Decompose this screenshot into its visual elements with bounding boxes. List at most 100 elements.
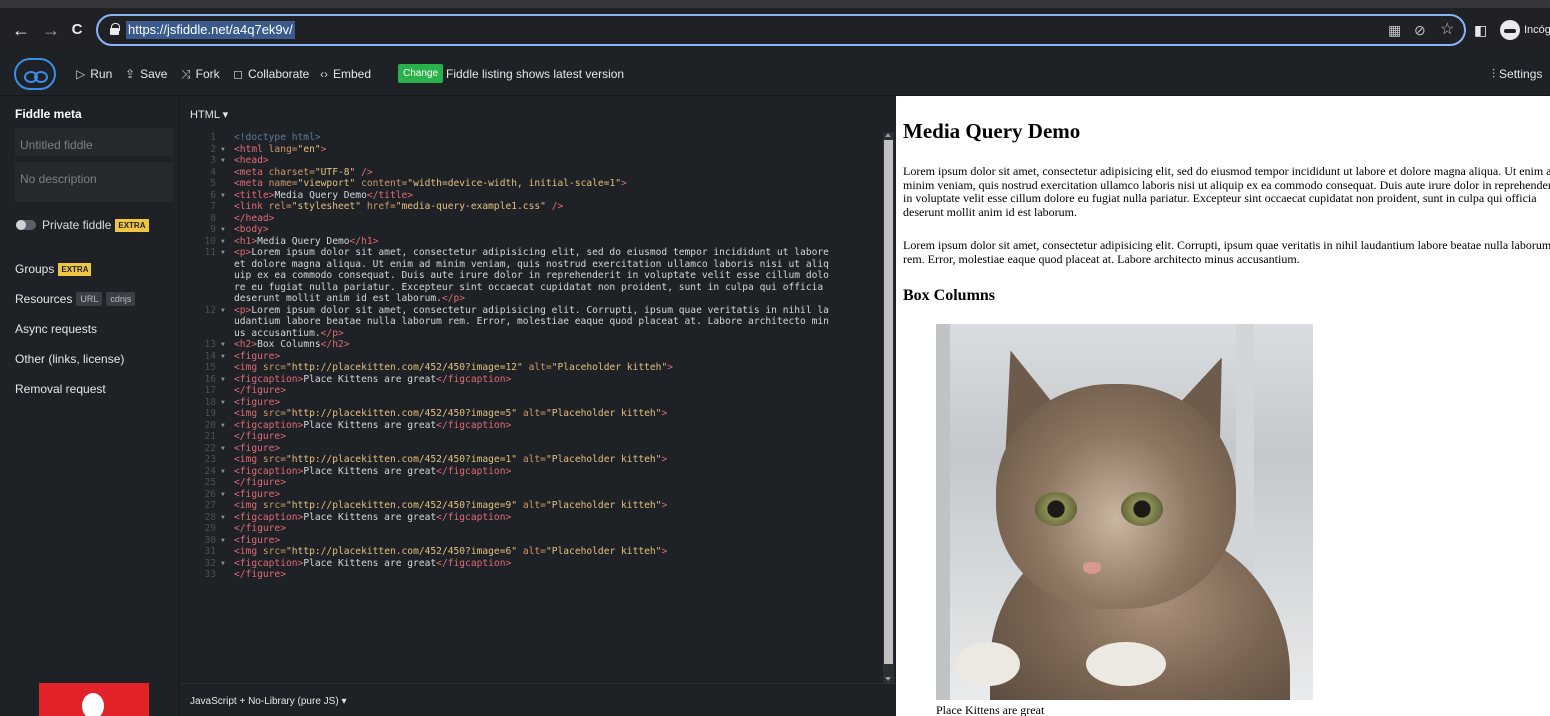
fold-arrow-icon[interactable]: ▾ — [220, 190, 226, 202]
code-line[interactable]: 33 </figure> — [180, 569, 880, 581]
fold-arrow-icon[interactable]: ▾ — [220, 247, 226, 259]
code-line[interactable]: 14 ▾ <figure> — [180, 351, 880, 363]
code-line[interactable]: 5 <meta name="viewport" content="width=de… — [180, 178, 880, 190]
code-line[interactable]: 2 ▾ <html lang="en"> — [180, 144, 880, 156]
code-line[interactable]: 13 ▾ <h2>Box Columns</h2> — [180, 339, 880, 351]
code-line[interactable]: 23 <img src="http://placekitten.com/452/4… — [180, 454, 880, 466]
url-tag[interactable]: URL — [76, 292, 103, 306]
fold-arrow-icon[interactable]: ▾ — [220, 224, 226, 236]
scroll-down-arrow-icon[interactable] — [885, 677, 891, 681]
fold-arrow-icon[interactable]: ▾ — [220, 420, 226, 432]
code-line[interactable]: 9 ▾ <body> — [180, 224, 880, 236]
incognito-label[interactable]: Incóg — [1524, 19, 1550, 41]
code-line[interactable]: 26 ▾ <figure> — [180, 489, 880, 501]
code-line[interactable]: 17 </figure> — [180, 385, 880, 397]
fold-arrow-icon[interactable]: ▾ — [220, 374, 226, 386]
fold-arrow-icon[interactable]: ▾ — [220, 144, 226, 156]
sidebar-item-resources[interactable]: Resources URL cdnjs — [15, 292, 136, 306]
fold-arrow-icon[interactable]: ▾ — [220, 512, 226, 524]
fiddle-title-input[interactable]: Untitled fiddle — [15, 128, 173, 156]
code-line[interactable]: 32 ▾ <figcaption>Place Kittens are great</… — [180, 558, 880, 570]
code-line[interactable]: 1 <!doctype html> — [180, 132, 880, 144]
sponsor-ad[interactable] — [39, 683, 149, 716]
code-line[interactable]: 15 <img src="http://placekitten.com/452/4… — [180, 362, 880, 374]
settings-button[interactable]: ⫶ Settings — [1492, 65, 1542, 83]
qr-code-icon[interactable]: ▦ — [1388, 20, 1401, 40]
private-fiddle-option[interactable]: Private fiddle EXTRA — [42, 218, 149, 232]
code-line[interactable]: udantium labore beatae nulla laborum rem… — [180, 316, 880, 328]
eye-off-icon[interactable]: ⊘ — [1414, 20, 1426, 40]
fold-arrow-icon[interactable]: ▾ — [220, 236, 226, 248]
run-button[interactable]: ▷ Run — [76, 65, 112, 83]
address-bar[interactable]: https://jsfiddle.net/a4q7ek9v/ ▦ ⊘ ☆ — [96, 14, 1466, 46]
save-button[interactable]: ⇪ Save — [125, 65, 167, 83]
js-panel-label[interactable]: JavaScript + No-Library (pure JS) ▾ — [190, 696, 346, 707]
code-line[interactable]: re eu fugiat nulla pariatur. Excepteur s… — [180, 282, 880, 294]
code-line[interactable]: us accusantium.</p> — [180, 328, 880, 340]
code-line[interactable]: 27 <img src="http://placekitten.com/452/4… — [180, 500, 880, 512]
code-line[interactable]: 16 ▾ <figcaption>Place Kittens are great</… — [180, 374, 880, 386]
line-number: 10 — [204, 235, 216, 247]
fold-arrow-icon[interactable]: ▾ — [220, 339, 226, 351]
code-line[interactable]: 31 <img src="http://placekitten.com/452/4… — [180, 546, 880, 558]
kitten-nose — [1083, 562, 1101, 574]
editor-scrollbar[interactable] — [883, 132, 894, 684]
code-line[interactable]: deserunt mollit anim id est laborum.</p> — [180, 293, 880, 305]
code-line[interactable]: 8 </head> — [180, 213, 880, 225]
change-button[interactable]: Change — [398, 64, 444, 83]
fold-arrow-icon[interactable]: ▾ — [220, 155, 226, 167]
code-line[interactable]: 21 </figure> — [180, 431, 880, 443]
sidebar-item-groups[interactable]: Groups EXTRA — [15, 262, 92, 276]
scroll-up-arrow-icon[interactable] — [885, 133, 891, 137]
sidebar-item-removal-request[interactable]: Removal request — [15, 382, 106, 396]
sidebar-item-async-requests[interactable]: Async requests — [15, 322, 97, 336]
lock-icon[interactable] — [110, 23, 120, 35]
fold-arrow-icon[interactable]: ▾ — [220, 397, 226, 409]
code-line[interactable]: 20 ▾ <figcaption>Place Kittens are great</… — [180, 420, 880, 432]
url-text[interactable]: https://jsfiddle.net/a4q7ek9v/ — [126, 21, 295, 39]
code-line[interactable]: 3 ▾ <head> — [180, 155, 880, 167]
code-line[interactable]: 18 ▾ <figure> — [180, 397, 880, 409]
code-line[interactable]: 22 ▾ <figure> — [180, 443, 880, 455]
code-line[interactable]: et dolore magna aliqua. Ut enim ad minim… — [180, 259, 880, 271]
code-line[interactable]: 28 ▾ <figcaption>Place Kittens are great</… — [180, 512, 880, 524]
play-icon: ▷ — [76, 67, 86, 81]
fold-arrow-icon[interactable]: ▾ — [220, 558, 226, 570]
html-panel-label[interactable]: HTML ▾ — [190, 108, 228, 121]
code-line[interactable]: 4 <meta charset="UTF-8" /> — [180, 167, 880, 179]
code-editor[interactable]: 1 <!doctype html> 2 ▾ <html lang="en"> 3 ▾ <hea… — [180, 132, 880, 682]
code-line[interactable]: 25 </figure> — [180, 477, 880, 489]
private-fiddle-toggle[interactable] — [16, 220, 36, 230]
fold-arrow-icon[interactable]: ▾ — [220, 535, 226, 547]
code-line[interactable]: 12 ▾ <p>Lorem ipsum dolor sit amet, consec… — [180, 305, 880, 317]
code-line[interactable]: 10 ▾ <h1>Media Query Demo</h1> — [180, 236, 880, 248]
code-line[interactable]: uip ex ea commodo consequat. Duis aute i… — [180, 270, 880, 282]
back-arrow-icon[interactable]: ← — [10, 19, 32, 41]
star-icon[interactable]: ☆ — [1440, 20, 1454, 40]
reload-icon[interactable]: C — [66, 19, 88, 41]
code-line[interactable]: 7 <link rel="stylesheet" href="media-quer… — [180, 201, 880, 213]
jsfiddle-logo-icon[interactable] — [14, 58, 56, 90]
collaborate-button[interactable]: ◻ Collaborate — [233, 65, 309, 83]
code-line[interactable]: 6 ▾ <title>Media Query Demo</title> — [180, 190, 880, 202]
code-line[interactable]: 29 </figure> — [180, 523, 880, 535]
code-line[interactable]: 30 ▾ <figure> — [180, 535, 880, 547]
cdnjs-tag[interactable]: cdnjs — [106, 292, 136, 306]
embed-button[interactable]: ‹› Embed — [320, 65, 371, 83]
incognito-icon[interactable] — [1500, 20, 1520, 40]
fiddle-description-input[interactable]: No description — [15, 162, 173, 202]
forward-arrow-icon[interactable]: → — [40, 19, 62, 41]
scrollbar-thumb[interactable] — [884, 140, 893, 664]
fold-arrow-icon[interactable]: ▾ — [220, 443, 226, 455]
code-line[interactable]: 24 ▾ <figcaption>Place Kittens are great</… — [180, 466, 880, 478]
sidebar-item-other[interactable]: Other (links, license) — [15, 352, 124, 366]
fork-icon: ⤨ — [181, 67, 191, 81]
code-line[interactable]: 19 <img src="http://placekitten.com/452/4… — [180, 408, 880, 420]
fork-button[interactable]: ⤨ Fork — [181, 65, 220, 83]
fold-arrow-icon[interactable]: ▾ — [220, 466, 226, 478]
code-line[interactable]: 11 ▾ <p>Lorem ipsum dolor sit amet, consec… — [180, 247, 880, 259]
fold-arrow-icon[interactable]: ▾ — [220, 489, 226, 501]
side-panel-icon[interactable]: ◧ — [1474, 19, 1487, 41]
fold-arrow-icon[interactable]: ▾ — [220, 351, 226, 363]
fold-arrow-icon[interactable]: ▾ — [220, 305, 226, 317]
